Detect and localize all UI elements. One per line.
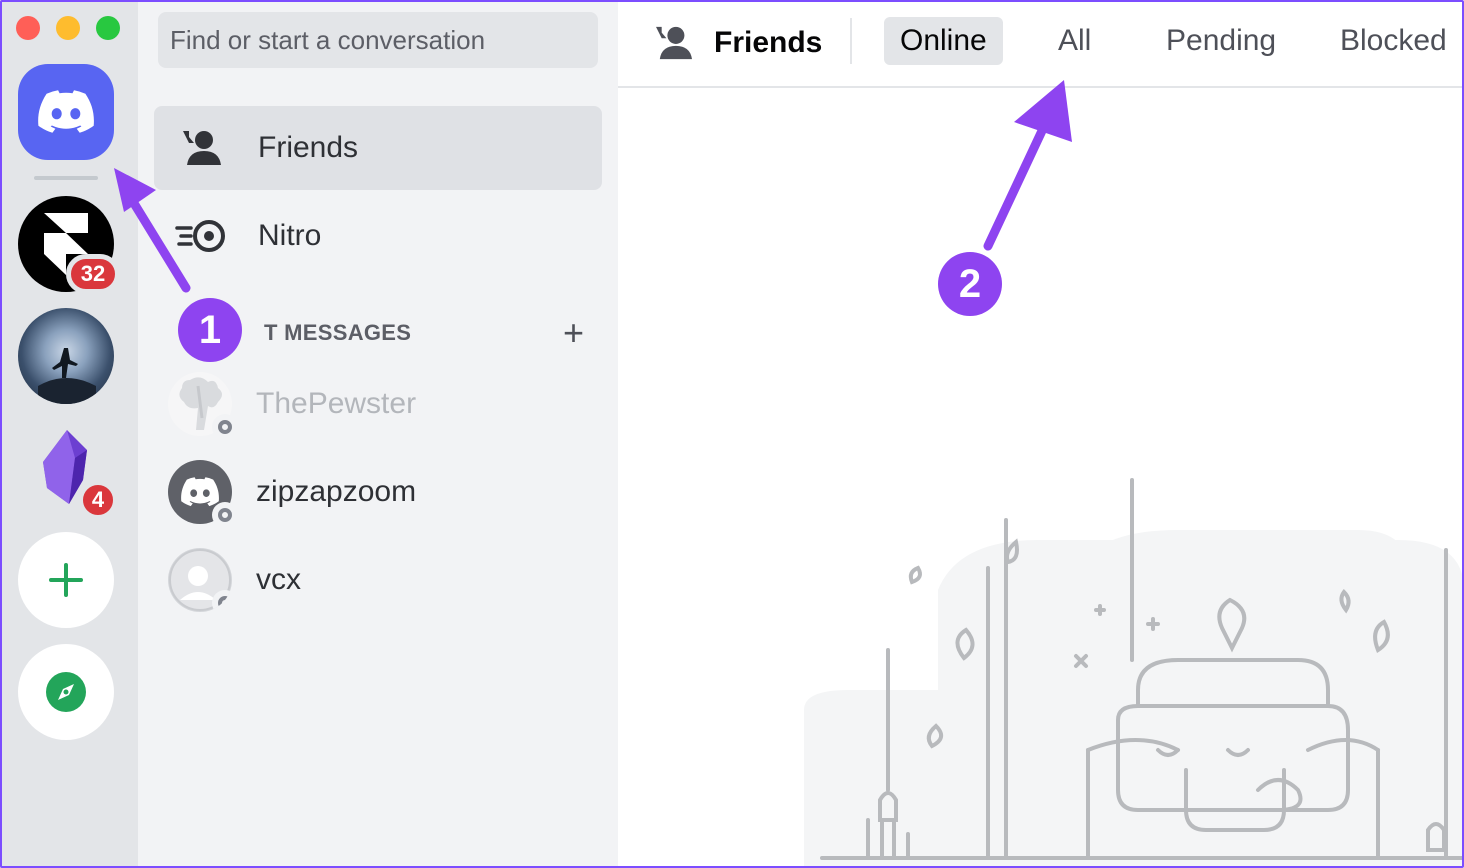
annotation-step-2: 2 — [938, 252, 1002, 316]
discord-logo-icon — [181, 477, 219, 507]
dm-name: vcx — [256, 563, 301, 596]
avatar — [168, 372, 238, 440]
create-dm-button[interactable]: + — [563, 315, 584, 351]
dm-item[interactable]: vcx — [168, 544, 598, 616]
sidebar-item-label: Nitro — [258, 219, 322, 252]
friends-icon — [656, 26, 692, 60]
friends-header-title: Friends — [652, 18, 822, 68]
annotation-step-1: 1 — [178, 298, 242, 362]
server-rail: 32 4 — [0, 0, 138, 868]
rail-separator — [34, 176, 98, 180]
window-minimize-button[interactable] — [56, 16, 80, 40]
window-close-button[interactable] — [16, 16, 40, 40]
unread-badge: 4 — [78, 480, 118, 520]
server-moon[interactable] — [18, 308, 114, 404]
compass-icon — [46, 672, 86, 712]
add-server-button[interactable] — [18, 532, 114, 628]
window-zoom-button[interactable] — [96, 16, 120, 40]
direct-messages-title: T MESSAGES — [264, 320, 412, 345]
server-obsidian[interactable]: 4 — [18, 420, 118, 520]
dm-item[interactable]: ThePewster — [168, 368, 598, 440]
explore-servers-button[interactable] — [18, 644, 114, 740]
friends-icon — [183, 131, 221, 165]
discord-logo-icon — [38, 90, 94, 133]
avatar — [168, 548, 232, 612]
sidebar-item-friends[interactable]: Friends — [154, 106, 602, 190]
nitro-icon — [175, 220, 225, 252]
empty-state-illustration — [804, 478, 1464, 868]
dm-name: zipzapzoom — [256, 475, 417, 508]
direct-messages-home-button[interactable] — [18, 64, 114, 160]
moon-server-avatar — [18, 308, 114, 404]
dm-item[interactable]: zipzapzoom — [168, 456, 598, 528]
page-title: Friends — [714, 26, 823, 59]
sidebar-item-nitro[interactable]: Nitro — [154, 194, 602, 278]
header-divider — [850, 18, 852, 64]
dm-name: ThePewster — [256, 387, 417, 420]
server-framer[interactable]: 32 — [18, 196, 120, 294]
offline-status-icon — [212, 414, 238, 440]
tab-blocked[interactable]: Blocked — [1324, 17, 1463, 65]
tab-online[interactable]: Online — [884, 17, 1003, 65]
plus-icon — [49, 563, 83, 597]
offline-status-icon — [212, 502, 238, 528]
tab-pending[interactable]: Pending — [1150, 17, 1292, 65]
friends-header-bar: Friends Online All Pending Blocked — [618, 0, 1464, 88]
dm-sidebar: Find or start a conversation Friends Nit… — [138, 0, 618, 868]
avatar — [168, 460, 238, 528]
search-input[interactable]: Find or start a conversation — [158, 12, 598, 68]
offline-status-icon — [212, 590, 232, 612]
unread-badge: 32 — [66, 254, 120, 294]
sidebar-item-label: Friends — [258, 131, 359, 164]
tab-all[interactable]: All — [1042, 17, 1107, 65]
